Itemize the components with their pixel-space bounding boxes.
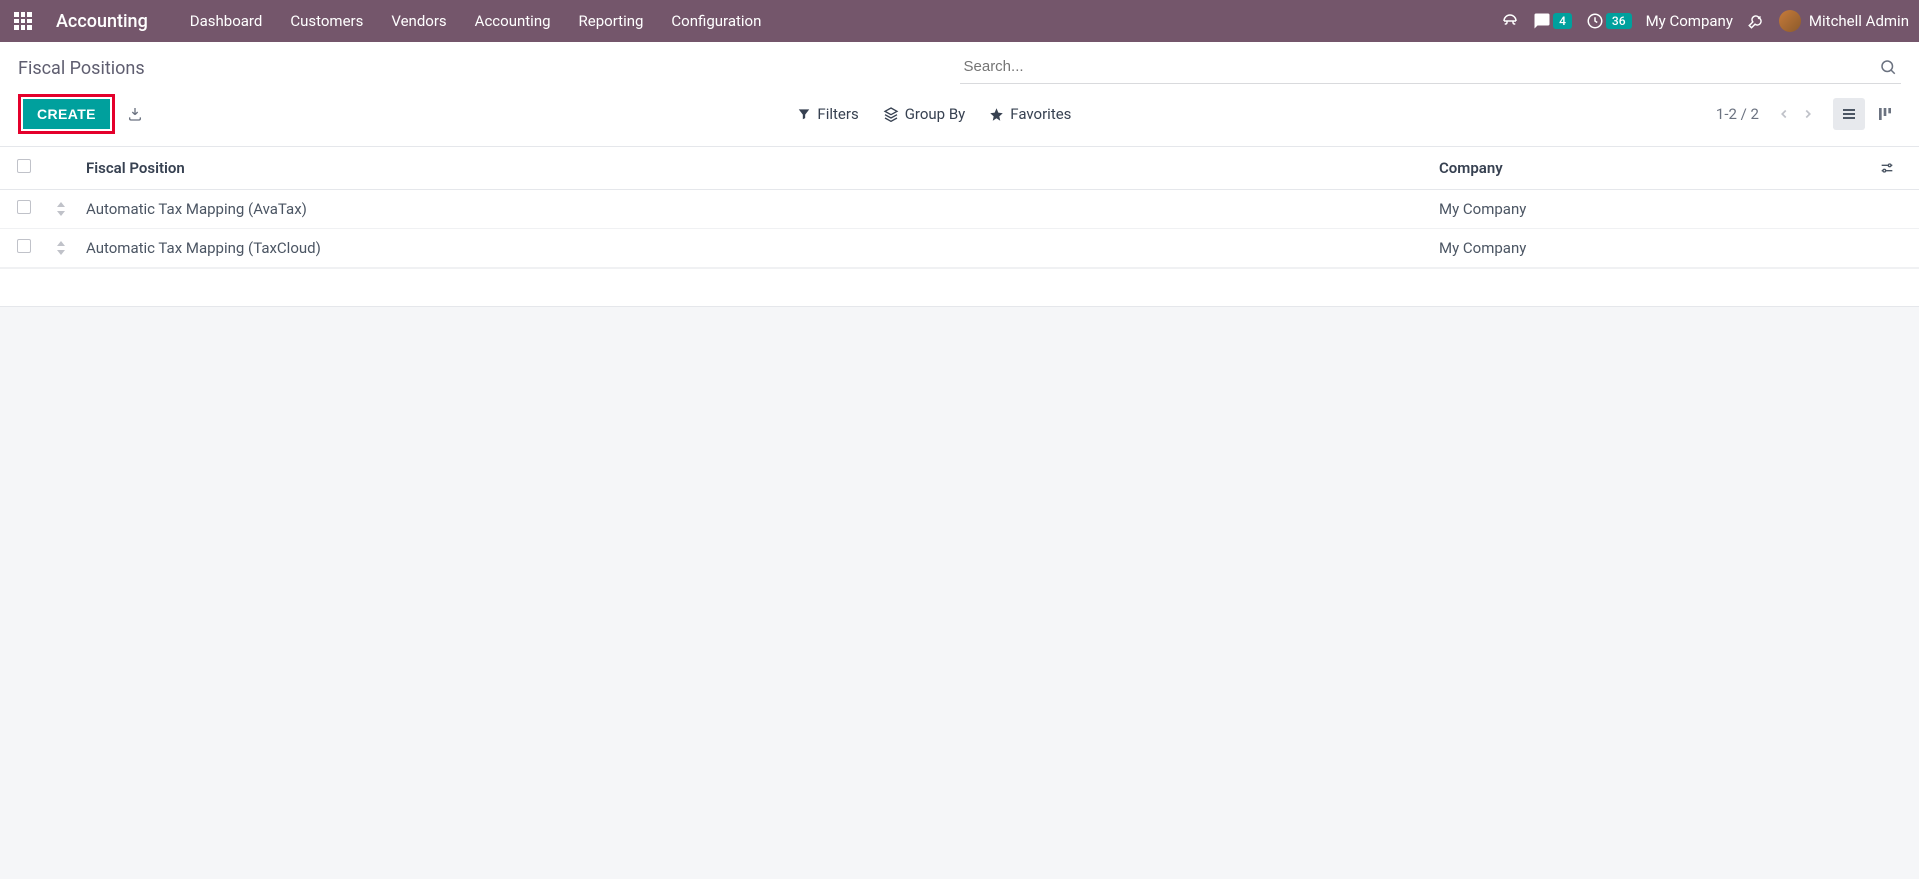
row-checkbox[interactable] xyxy=(17,200,31,214)
pager[interactable]: 1-2 / 2 xyxy=(1716,105,1759,123)
kanban-view-icon[interactable] xyxy=(1869,98,1901,130)
header-options[interactable] xyxy=(1871,147,1919,190)
avatar xyxy=(1779,10,1801,32)
sliders-icon xyxy=(1879,160,1895,176)
debug-icon[interactable] xyxy=(1747,12,1765,30)
control-right: 1-2 / 2 xyxy=(1716,98,1901,130)
row-name: Automatic Tax Mapping (AvaTax) xyxy=(78,190,1431,229)
control-left: CREATE xyxy=(18,94,143,134)
apps-grid-icon[interactable] xyxy=(14,12,32,30)
app-title[interactable]: Accounting xyxy=(56,11,148,32)
select-all-checkbox[interactable] xyxy=(17,159,31,173)
messages-icon[interactable]: 4 xyxy=(1533,12,1572,30)
user-name: Mitchell Admin xyxy=(1809,12,1909,30)
control-row: CREATE Filters Group By Favorites 1-2 / … xyxy=(0,84,1919,147)
row-company: My Company xyxy=(1431,229,1871,268)
nav-menu: Dashboard Customers Vendors Accounting R… xyxy=(190,12,762,30)
messages-badge: 4 xyxy=(1553,13,1572,29)
search-icon[interactable] xyxy=(1875,54,1901,80)
nav-menu-configuration[interactable]: Configuration xyxy=(671,12,761,30)
nav-menu-vendors[interactable]: Vendors xyxy=(391,12,446,30)
nav-menu-reporting[interactable]: Reporting xyxy=(579,12,644,30)
header-handle xyxy=(48,147,78,190)
nav-menu-customers[interactable]: Customers xyxy=(290,12,363,30)
list-table: Fiscal Position Company Automatic Tax Ma… xyxy=(0,147,1919,268)
star-icon xyxy=(989,107,1004,122)
nav-right: 4 36 My Company Mitchell Admin xyxy=(1501,10,1909,32)
breadcrumb: Fiscal Positions xyxy=(18,58,960,79)
table-footer-blank xyxy=(0,268,1919,306)
search-wrap xyxy=(960,52,1902,84)
drag-handle-icon[interactable] xyxy=(48,190,78,229)
control-mid: Filters Group By Favorites xyxy=(787,105,1071,123)
filter-icon xyxy=(797,107,811,121)
create-button[interactable]: CREATE xyxy=(23,99,110,129)
header-row: Fiscal Positions xyxy=(0,42,1919,84)
nav-menu-accounting[interactable]: Accounting xyxy=(475,12,551,30)
list-view-icon[interactable] xyxy=(1833,98,1865,130)
filters-button[interactable]: Filters xyxy=(797,105,858,123)
search-input[interactable] xyxy=(960,52,1876,81)
favorites-button[interactable]: Favorites xyxy=(989,105,1071,123)
export-icon[interactable] xyxy=(127,106,143,122)
nav-company[interactable]: My Company xyxy=(1646,12,1733,30)
pager-nav xyxy=(1775,105,1817,123)
top-navbar: Accounting Dashboard Customers Vendors A… xyxy=(0,0,1919,42)
header-name[interactable]: Fiscal Position xyxy=(78,147,1431,190)
groupby-button[interactable]: Group By xyxy=(883,105,966,123)
row-name: Automatic Tax Mapping (TaxCloud) xyxy=(78,229,1431,268)
row-company: My Company xyxy=(1431,190,1871,229)
filters-label: Filters xyxy=(817,105,858,123)
header-company[interactable]: Company xyxy=(1431,147,1871,190)
create-highlight: CREATE xyxy=(18,94,115,134)
groupby-label: Group By xyxy=(905,105,966,123)
nav-left: Accounting Dashboard Customers Vendors A… xyxy=(14,11,761,32)
activities-badge: 36 xyxy=(1606,13,1632,29)
header-checkbox-cell xyxy=(0,147,48,190)
nav-user[interactable]: Mitchell Admin xyxy=(1779,10,1909,32)
phone-icon[interactable] xyxy=(1501,12,1519,30)
pager-prev-icon[interactable] xyxy=(1775,105,1793,123)
row-checkbox[interactable] xyxy=(17,239,31,253)
drag-handle-icon[interactable] xyxy=(48,229,78,268)
nav-menu-dashboard[interactable]: Dashboard xyxy=(190,12,263,30)
table-row[interactable]: Automatic Tax Mapping (AvaTax) My Compan… xyxy=(0,190,1919,229)
pager-next-icon[interactable] xyxy=(1799,105,1817,123)
table-wrap: Fiscal Position Company Automatic Tax Ma… xyxy=(0,147,1919,307)
favorites-label: Favorites xyxy=(1010,105,1071,123)
table-row[interactable]: Automatic Tax Mapping (TaxCloud) My Comp… xyxy=(0,229,1919,268)
view-switch xyxy=(1833,98,1901,130)
layers-icon xyxy=(883,106,899,122)
activities-icon[interactable]: 36 xyxy=(1586,12,1632,30)
